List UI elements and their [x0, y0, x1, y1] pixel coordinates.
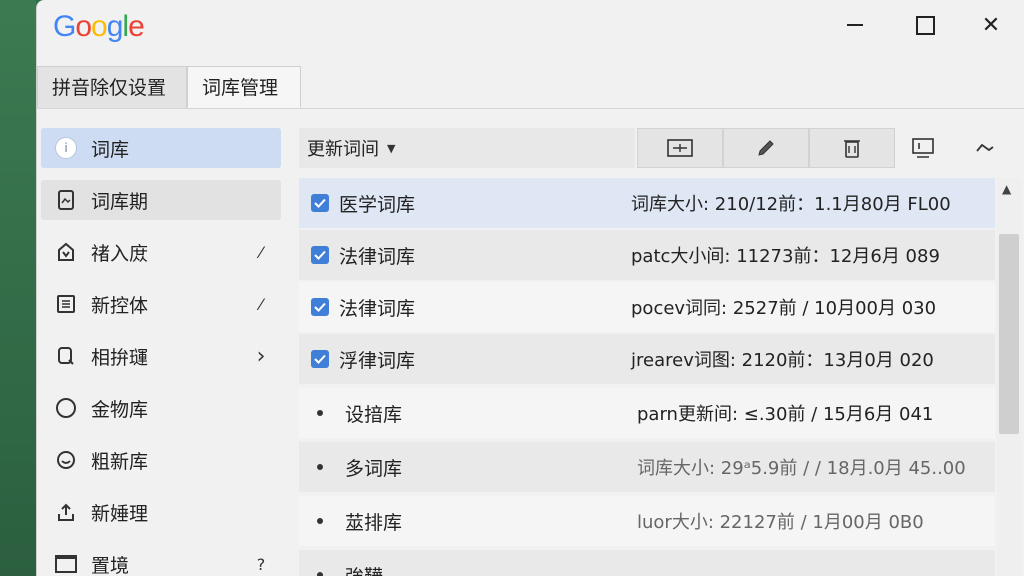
sidebar-item-label: 词库	[91, 138, 130, 161]
search-icon	[55, 345, 77, 367]
sort-dropdown[interactable]: 更新词间 ▼	[299, 128, 635, 168]
collapse-button[interactable]	[965, 128, 1005, 168]
dictionary-list: 医学词库 词库大小: 210/12前：1.1月80月 FL00 法律词库 pat…	[299, 178, 995, 576]
edit-mark-icon: ⁄	[259, 294, 263, 314]
chevron-right-icon: ›	[256, 343, 266, 369]
sidebar-item-label: 金物库	[91, 398, 149, 421]
close-icon: ✕	[981, 12, 1001, 38]
tab-bar: 拼音除仅设置 词库管理	[37, 66, 1024, 109]
tray-icon	[55, 555, 77, 573]
tab-dictionary-management[interactable]: 词库管理	[187, 66, 301, 108]
list-item[interactable]: 浮律词库 jrearev词图: 2120前：13月0月 020	[299, 334, 995, 384]
sidebar-item-dictionary[interactable]: i 词库	[41, 128, 281, 168]
dictionary-name: 法律词库	[339, 297, 416, 320]
scrollbar-thumb[interactable]	[999, 234, 1019, 434]
delete-button[interactable]	[809, 128, 895, 168]
sidebar-item-label: 粗新库	[91, 450, 149, 473]
dictionary-name: 法律词库	[339, 245, 416, 268]
monitor-icon	[912, 138, 934, 158]
resize-button[interactable]	[637, 128, 723, 168]
dictionary-info: patc大小间: 11273前：12月6月 089	[631, 246, 940, 267]
scrollbar[interactable]: ▲	[997, 178, 1021, 576]
desktop-background	[0, 0, 36, 576]
trash-icon	[844, 140, 860, 158]
dictionary-name: 強鞾	[345, 562, 637, 576]
logo-letter: G	[53, 10, 76, 43]
sidebar-item-label: 禇入庻	[91, 242, 149, 265]
list-item[interactable]: 強鞾	[299, 550, 995, 576]
dictionary-name: 多词库	[345, 457, 403, 480]
upload-icon	[55, 501, 77, 523]
export-button[interactable]	[903, 128, 943, 168]
sidebar-item-label: 置境	[91, 554, 130, 576]
list-icon	[55, 293, 77, 315]
dictionary-info: pocev词同: 2527前 / 10月00月 030	[631, 298, 937, 319]
list-item[interactable]: 设揞库 parn更新间: ≤.30前 / 15月6月 041	[299, 388, 995, 438]
sidebar: i 词库 词库期 禇入庻 ⁄ 新控体 ⁄ 相拚璭 › 金物库 粗新库 新娷理 置…	[37, 118, 287, 576]
list-item[interactable]: 法律词库 patc大小间: 11273前：12月6月 089	[299, 230, 995, 280]
bullet-icon	[317, 518, 323, 524]
sidebar-item-label: 新控体	[91, 294, 149, 317]
logo-letter: o	[75, 10, 92, 43]
dictionary-name: 莁排库	[345, 511, 403, 534]
import-icon	[55, 241, 77, 263]
smile-icon	[55, 449, 77, 471]
logo-letter: e	[128, 10, 145, 43]
settings-window: Google ✕ 拼音除仅设置 词库管理 i 词库 词库期 禇入庻 ⁄ 新控体 …	[36, 0, 1024, 576]
google-logo: Google	[53, 10, 145, 44]
sidebar-item-dictionary-period[interactable]: 词库期	[41, 180, 281, 220]
document-icon	[55, 189, 77, 211]
checkbox-checked[interactable]	[311, 350, 329, 368]
sidebar-item-gold-library[interactable]: 金物库	[41, 388, 281, 428]
dictionary-name: 医学词库	[339, 193, 416, 216]
sidebar-item-import[interactable]: 禇入庻 ⁄	[41, 232, 281, 272]
sidebar-item-label: 新娷理	[91, 502, 149, 525]
pencil-icon	[758, 140, 774, 156]
list-item[interactable]: 医学词库 词库大小: 210/12前：1.1月80月 FL00	[299, 178, 995, 228]
minimize-icon	[847, 24, 863, 26]
tab-pinyin-settings[interactable]: 拼音除仅设置	[37, 66, 187, 108]
sidebar-item-label: 词库期	[91, 190, 149, 213]
info-icon: i	[55, 137, 77, 159]
dictionary-name: 浮律词库	[339, 349, 416, 372]
dictionary-info: 词库大小: 210/12前：1.1月80月 FL00	[631, 194, 951, 215]
sidebar-item-search[interactable]: 相拚璭 ›	[41, 336, 281, 376]
close-button[interactable]: ✕	[971, 10, 1011, 40]
bullet-icon	[317, 572, 323, 576]
title-bar: Google ✕	[37, 0, 1024, 56]
dictionary-info: jrearev词图: 2120前：13月0月 020	[631, 350, 934, 371]
sidebar-item-label: 相拚璭	[91, 346, 149, 369]
logo-letter: g	[106, 10, 124, 43]
sort-dropdown-label: 更新词间	[307, 139, 379, 160]
sidebar-item-coarse-library[interactable]: 粗新库	[41, 440, 281, 480]
dictionary-info: parn更新间: ≤.30前 / 15月6月 041	[637, 404, 934, 425]
chevron-up-icon	[976, 143, 994, 152]
toolbar: 更新词间 ▼	[299, 128, 995, 168]
resize-icon	[667, 139, 693, 157]
maximize-icon	[915, 15, 935, 35]
logo-letter: o	[91, 10, 108, 43]
sidebar-item-new-control[interactable]: 新控体 ⁄	[41, 284, 281, 324]
bullet-icon	[317, 464, 323, 470]
sidebar-item-new-manage[interactable]: 新娷理	[41, 492, 281, 532]
help-icon: ?	[256, 554, 266, 574]
list-item[interactable]: 多词库 词库大小: 29ᵃ5.9前 / / 18月.0月 45..00	[299, 442, 995, 492]
edit-mark-icon: ⁄	[259, 242, 263, 262]
list-item[interactable]: 莁排库 luor大小: 22127前 / 1月00月 0B0	[299, 496, 995, 546]
sidebar-item-settings[interactable]: 置境 ?	[41, 544, 281, 576]
caret-down-icon: ▼	[387, 141, 396, 155]
bullet-icon	[317, 410, 323, 416]
list-item[interactable]: 法律词库 pocev词同: 2527前 / 10月00月 030	[299, 282, 995, 332]
minimize-button[interactable]	[835, 10, 875, 40]
dictionary-info: 词库大小: 29ᵃ5.9前 / / 18月.0月 45..00	[637, 458, 966, 479]
checkbox-checked[interactable]	[311, 298, 329, 316]
circle-icon	[56, 398, 76, 418]
dictionary-info: luor大小: 22127前 / 1月00月 0B0	[637, 512, 924, 533]
maximize-button[interactable]	[905, 10, 945, 40]
scroll-up-icon[interactable]: ▲	[1002, 182, 1011, 196]
checkbox-checked[interactable]	[311, 246, 329, 264]
dictionary-name: 设揞库	[345, 403, 403, 426]
edit-button[interactable]	[723, 128, 809, 168]
checkbox-checked[interactable]	[311, 194, 329, 212]
